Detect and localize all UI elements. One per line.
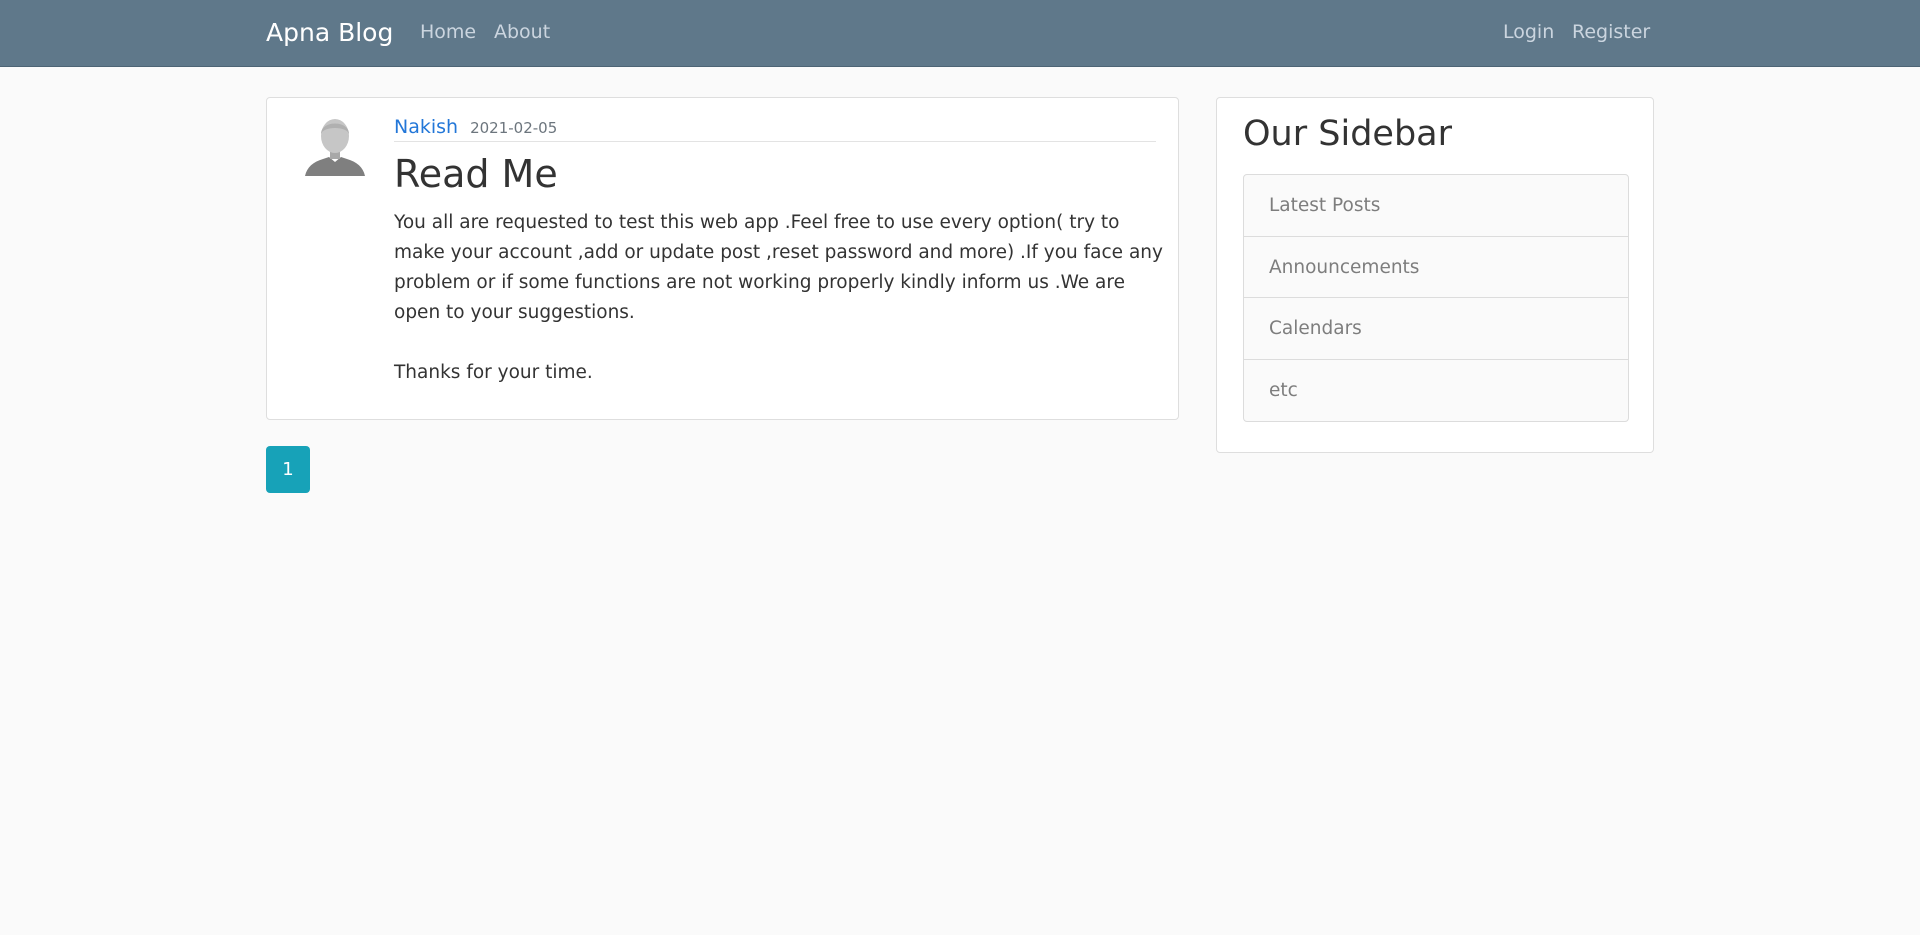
post-date: 2021-02-05 [470, 119, 558, 137]
nav-link-home[interactable]: Home [420, 21, 476, 43]
nav-link-register[interactable]: Register [1572, 21, 1650, 43]
nav-link-about[interactable]: About [494, 21, 550, 43]
post-paragraph: You all are requested to test this web a… [394, 212, 1163, 323]
navbar: Apna Blog Home About Login Register [0, 0, 1920, 67]
post-card: Nakish 2021-02-05 Read Me You all are req… [266, 97, 1179, 420]
post-title[interactable]: Read Me [394, 152, 558, 196]
brand-logo-link[interactable]: Apna Blog [266, 18, 393, 47]
sidebar-title: Our Sidebar [1243, 114, 1452, 154]
user-silhouette-icon [303, 112, 367, 176]
sidebar-item-latest-posts[interactable]: Latest Posts [1244, 175, 1628, 237]
nav-link-login[interactable]: Login [1503, 21, 1554, 43]
post-meta: Nakish 2021-02-05 [394, 116, 1156, 142]
post-paragraph: Thanks for your time. [394, 362, 593, 383]
author-link[interactable]: Nakish [394, 116, 458, 138]
post-body: You all are requested to test this web a… [394, 208, 1164, 388]
sidebar-item-announcements[interactable]: Announcements [1244, 237, 1628, 298]
sidebar-item-calendars[interactable]: Calendars [1244, 298, 1628, 360]
sidebar: Our Sidebar Latest Posts Announcements C… [1216, 97, 1654, 453]
sidebar-item-etc[interactable]: etc [1244, 360, 1628, 422]
sidebar-list: Latest Posts Announcements Calendars etc [1243, 174, 1629, 422]
pagination-page-button[interactable]: 1 [266, 446, 310, 493]
